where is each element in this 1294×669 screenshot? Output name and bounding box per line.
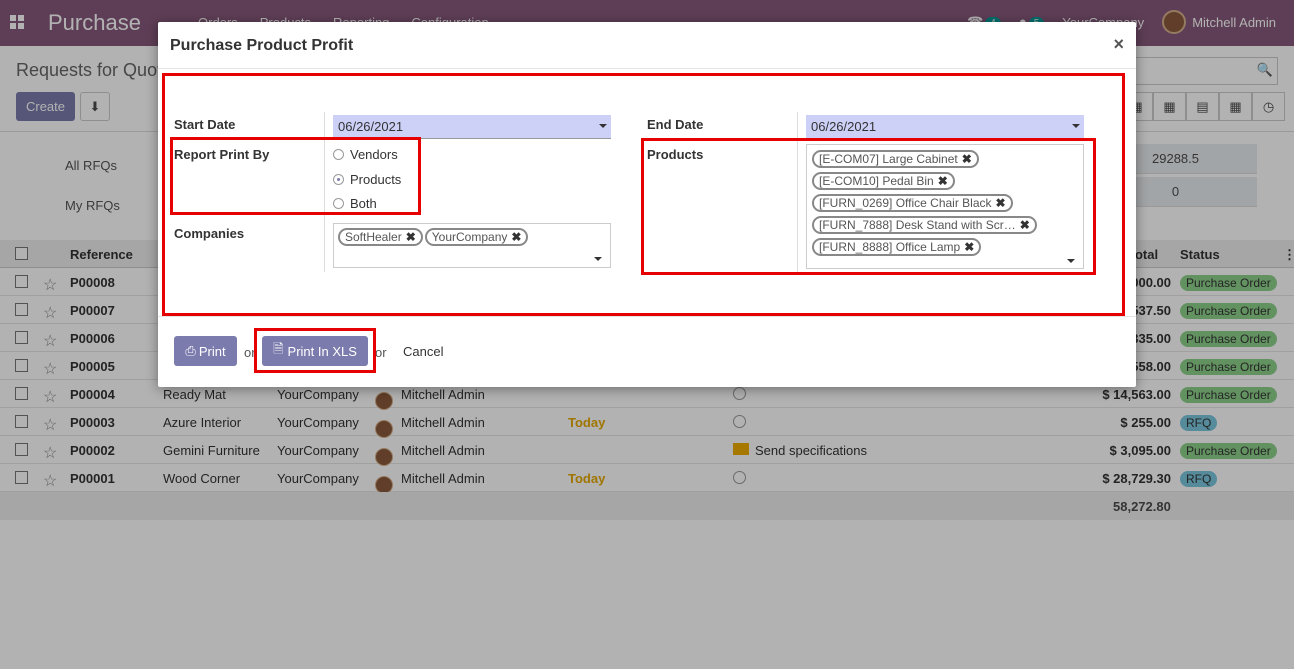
modal-header: Purchase Product Profit × <box>158 22 1136 69</box>
cancel-button[interactable]: Cancel <box>403 344 443 359</box>
print-button[interactable]: ⎙ Print <box>174 336 237 366</box>
modal-title: Purchase Product Profit <box>170 37 354 54</box>
printer-icon: ⎙ <box>185 343 196 358</box>
close-icon[interactable]: × <box>1113 34 1124 55</box>
highlight-box <box>254 328 376 373</box>
print-button-label: Print <box>198 343 226 359</box>
highlight-box <box>641 138 1096 275</box>
or-text: or <box>375 345 387 360</box>
highlight-box <box>170 137 421 215</box>
